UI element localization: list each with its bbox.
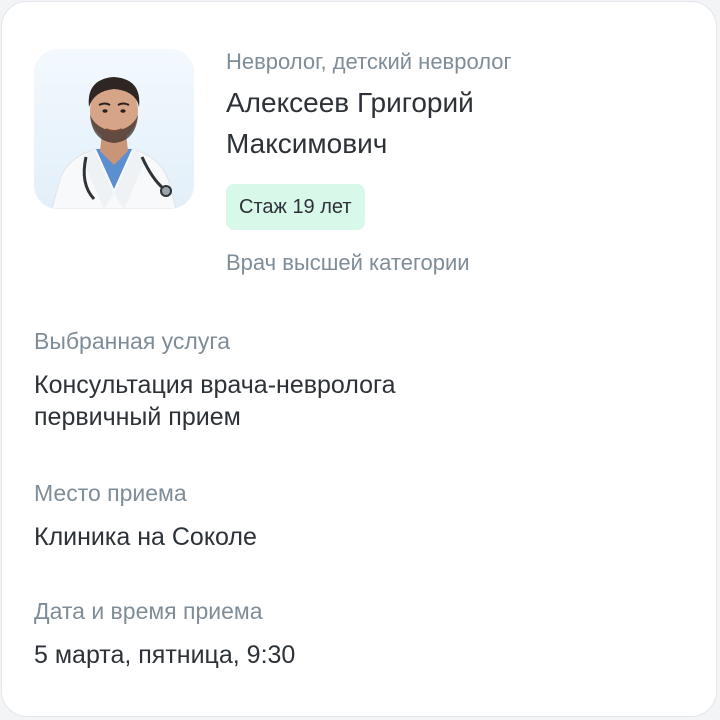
doctor-name: Алексеев Григорий Максимович [226, 87, 474, 159]
datetime-label: Дата и время приема [34, 598, 263, 624]
doctor-photo [34, 49, 194, 209]
datetime-value: 5 марта, пятница, 9:30 [34, 641, 296, 669]
service-section: Выбранная услуга Консультация врача-невр… [34, 325, 696, 433]
place-label: Место приема [34, 480, 187, 506]
service-label: Выбранная услуга [34, 328, 231, 354]
place-section: Место приема Клиника на Соколе [34, 477, 696, 553]
experience-badge: Стаж 19 лет [226, 184, 365, 230]
datetime-section: Дата и время приема 5 марта, пятница, 9:… [34, 595, 696, 671]
doctor-specialty: Невролог, детский невролог [226, 49, 512, 74]
doctor-info: Невролог, детский невролог Алексеев Григ… [226, 46, 696, 279]
doctor-category: Врач высшей категории [226, 250, 470, 275]
appointment-card: Невролог, детский невролог Алексеев Григ… [1, 1, 717, 717]
service-value: Консультация врача-невролога первичный п… [34, 371, 396, 431]
place-value: Клиника на Соколе [34, 523, 257, 551]
doctor-avatar-icon [34, 49, 194, 209]
